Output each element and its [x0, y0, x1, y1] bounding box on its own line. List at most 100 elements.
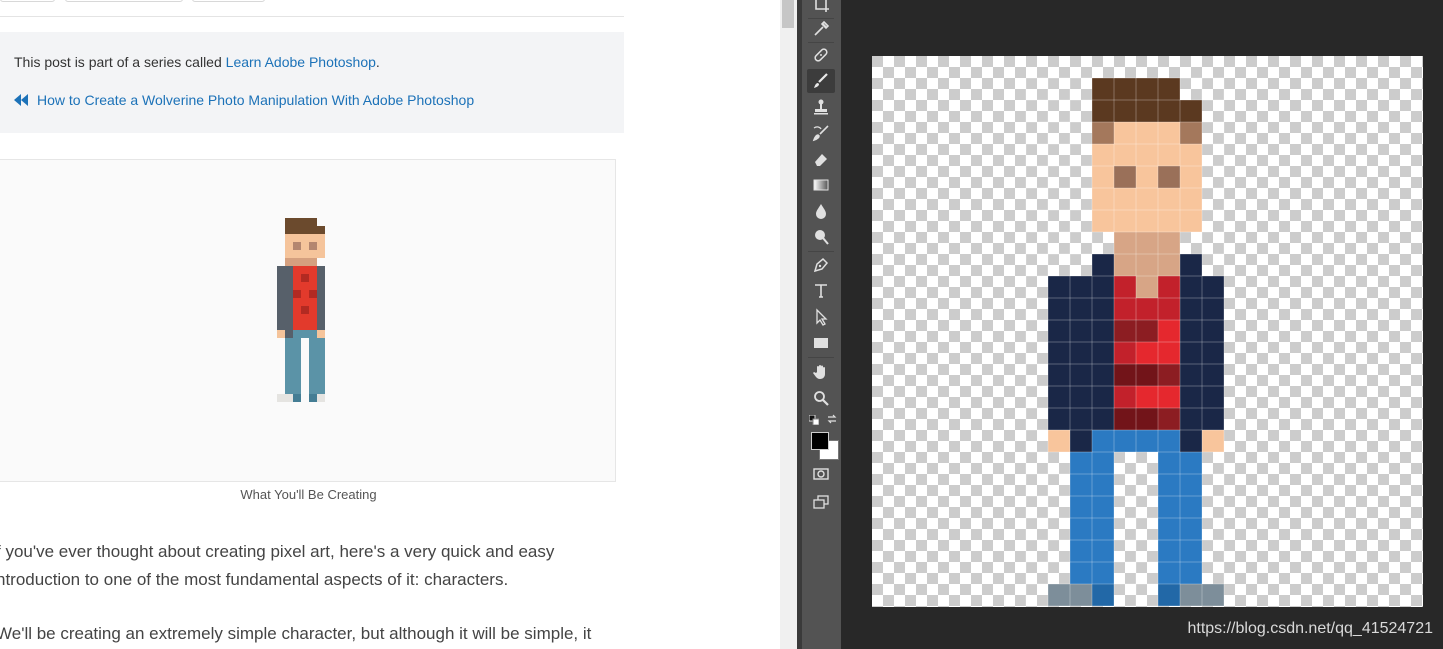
sprite-pixel	[1136, 144, 1158, 166]
sprite-pixel	[1180, 298, 1202, 320]
tag-pill[interactable]	[0, 0, 55, 2]
thumbnail-pixel	[293, 370, 301, 378]
clone-stamp-tool[interactable]	[807, 95, 835, 119]
sprite-pixel	[1114, 232, 1136, 254]
path-selection-tool[interactable]	[807, 305, 835, 329]
thumbnail-pixel	[317, 234, 325, 242]
eyedropper-tool[interactable]	[807, 17, 835, 41]
thumbnail-pixel	[277, 298, 285, 306]
eraser-tool[interactable]	[807, 147, 835, 171]
figure-caption: What You'll Be Creating	[240, 487, 377, 502]
thumbnail-pixel	[285, 234, 293, 242]
sprite-pixel	[1092, 408, 1114, 430]
thumbnail-pixel	[309, 322, 317, 330]
thumbnail-pixel	[301, 314, 309, 322]
sprite-pixel	[1158, 232, 1180, 254]
sprite-pixel	[1158, 364, 1180, 386]
scrollbar-thumb[interactable]	[782, 0, 794, 28]
sprite-pixel	[1092, 276, 1114, 298]
sprite-pixel	[1070, 518, 1092, 540]
sprite-pixel	[1158, 320, 1180, 342]
thumbnail-pixel	[285, 266, 293, 274]
series-notice: This post is part of a series called Lea…	[14, 54, 380, 70]
sprite-pixel	[1092, 474, 1114, 496]
thumbnail-pixel	[293, 394, 301, 402]
foreground-color-swatch[interactable]	[811, 432, 829, 450]
screen-mode-tool[interactable]	[807, 490, 835, 514]
screen-mode-icon	[813, 495, 829, 509]
sprite-pixel	[1136, 166, 1158, 188]
sprite-pixel	[1180, 540, 1202, 562]
series-suffix: .	[375, 54, 380, 70]
sprite-pixel	[1092, 254, 1114, 276]
thumbnail-pixel	[293, 378, 301, 386]
sprite-pixel	[1114, 364, 1136, 386]
sprite-pixel	[1092, 342, 1114, 364]
thumbnail-pixel	[277, 322, 285, 330]
dodge-tool[interactable]	[807, 225, 835, 249]
sprite-pixel	[1158, 78, 1180, 100]
sprite-pixel	[1180, 144, 1202, 166]
thumbnail-pixel	[285, 282, 293, 290]
gradient-tool[interactable]	[807, 173, 835, 197]
sprite-pixel	[1158, 188, 1180, 210]
thumbnail-pixel	[277, 330, 285, 338]
sprite-pixel	[1092, 320, 1114, 342]
default-colors-icon[interactable]	[809, 415, 819, 425]
thumbnail-pixel	[309, 242, 317, 250]
previous-post-link[interactable]: How to Create a Wolverine Photo Manipula…	[14, 92, 474, 108]
tool-separator	[808, 357, 834, 358]
sprite-pixel	[1180, 562, 1202, 584]
type-tool[interactable]	[807, 279, 835, 303]
history-brush-tool[interactable]	[807, 121, 835, 145]
swap-colors-icon[interactable]	[826, 413, 838, 425]
sprite-pixel	[1092, 584, 1114, 606]
thumbnail-pixel	[317, 354, 325, 362]
sprite-pixel	[1158, 474, 1180, 496]
zoom-tool[interactable]	[807, 386, 835, 410]
sprite-pixel	[1202, 298, 1224, 320]
sprite-pixel	[1136, 210, 1158, 232]
thumbnail-pixel	[317, 298, 325, 306]
sprite-pixel	[1158, 518, 1180, 540]
sprite-pixel	[1136, 188, 1158, 210]
tag-pill[interactable]	[192, 0, 265, 2]
thumbnail-pixel	[317, 282, 325, 290]
rectangle-tool[interactable]	[807, 331, 835, 355]
hand-tool[interactable]	[807, 360, 835, 384]
thumbnail-pixel	[301, 330, 309, 338]
type-icon	[815, 284, 827, 298]
sprite-pixel	[1114, 166, 1136, 188]
quick-mask-tool[interactable]	[807, 462, 835, 486]
sprite-pixel	[1070, 562, 1092, 584]
series-link[interactable]: Learn Adobe Photoshop	[226, 54, 376, 70]
sprite-pixel	[1202, 408, 1224, 430]
sprite-pixel	[1092, 210, 1114, 232]
document-canvas[interactable]	[872, 56, 1423, 607]
crop-tool[interactable]	[807, 0, 835, 16]
thumbnail-pixel	[285, 378, 293, 386]
tag-pill[interactable]	[65, 0, 183, 2]
brush-tool[interactable]	[807, 69, 835, 93]
page-scrollbar[interactable]	[780, 0, 797, 649]
pen-tool[interactable]	[807, 253, 835, 277]
eyedropper-icon	[814, 20, 830, 36]
sprite-pixel	[1070, 320, 1092, 342]
thumbnail-pixel	[285, 362, 293, 370]
healing-brush-tool[interactable]	[807, 43, 835, 67]
sprite-pixel	[1180, 276, 1202, 298]
thumbnail-pixel	[285, 338, 293, 346]
zoom-icon	[814, 391, 829, 406]
sprite-pixel	[1202, 320, 1224, 342]
thumbnail-pixel	[293, 274, 301, 282]
clone-stamp-icon	[814, 99, 828, 115]
thumbnail-pixel	[309, 298, 317, 306]
sprite-pixel	[1202, 342, 1224, 364]
thumbnail-pixel	[309, 226, 317, 234]
sprite-pixel	[1158, 210, 1180, 232]
photoshop-workspace: https://blog.csdn.net/qq_41524721	[797, 0, 1443, 649]
blur-tool[interactable]	[807, 199, 835, 223]
sprite-pixel	[1136, 298, 1158, 320]
sprite-pixel	[1180, 408, 1202, 430]
thumbnail-pixel	[317, 274, 325, 282]
